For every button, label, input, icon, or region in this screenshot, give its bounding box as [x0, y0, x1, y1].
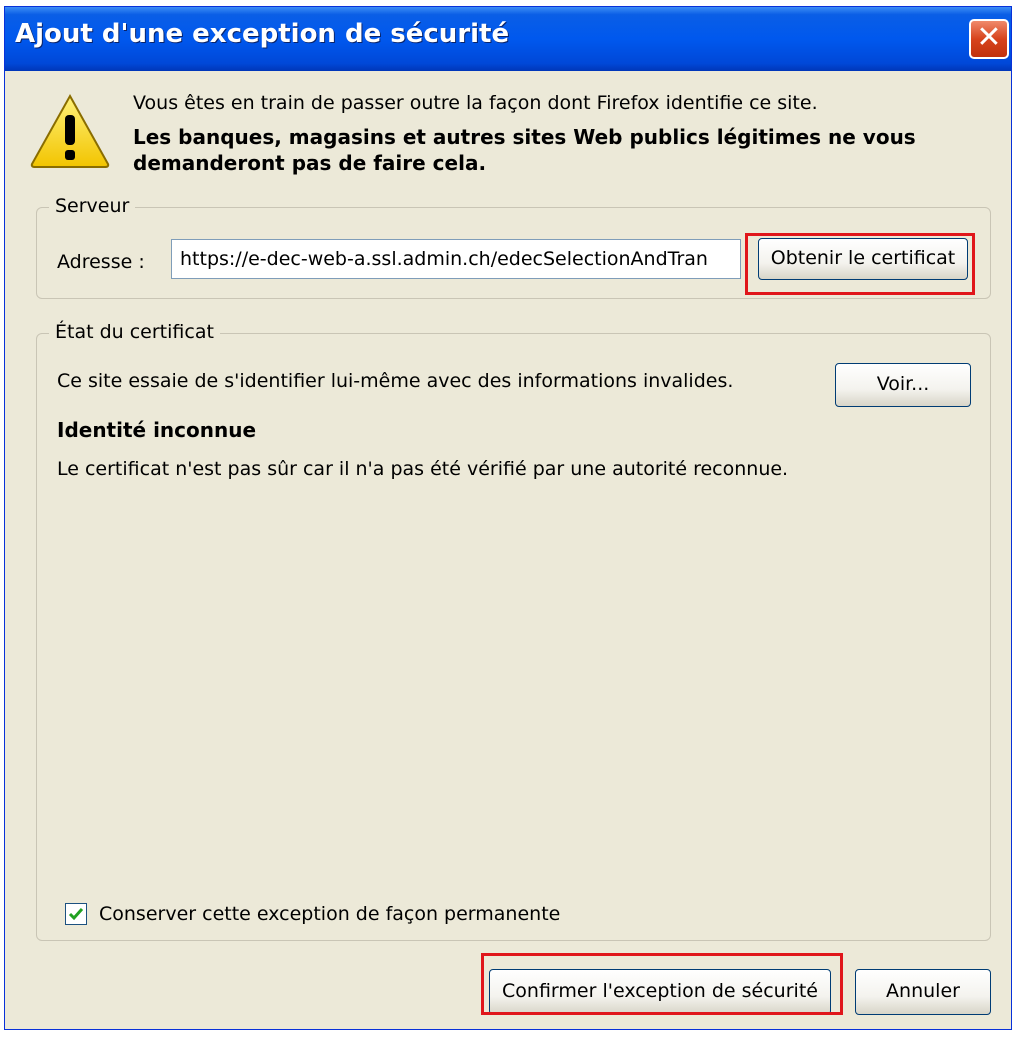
cancel-button[interactable]: Annuler: [855, 969, 991, 1015]
highlight-get-certificate: [745, 233, 975, 295]
warning-icon: [30, 93, 110, 168]
checkmark-icon: [68, 908, 84, 921]
address-input[interactable]: https://e-dec-web-a.ssl.admin.ch/edecSel…: [171, 239, 741, 279]
permanent-checkbox[interactable]: [65, 903, 87, 925]
close-button[interactable]: ✕: [969, 19, 1009, 59]
window-title: Ajout d'une exception de sécurité: [15, 19, 510, 49]
permanent-checkbox-label[interactable]: Conserver cette exception de façon perma…: [99, 903, 560, 925]
highlight-confirm-exception: [481, 953, 843, 1015]
view-button[interactable]: Voir...: [835, 363, 971, 407]
identity-title: Identité inconnue: [57, 418, 257, 442]
warning-bold-line-1: Les banques, magasins et autres sites We…: [133, 125, 916, 149]
certificate-status-legend: État du certificat: [49, 321, 220, 343]
security-exception-dialog: Ajout d'une exception de sécurité ✕ Vous…: [4, 6, 1012, 1030]
title-bar[interactable]: Ajout d'une exception de sécurité ✕: [5, 7, 1011, 71]
close-icon: ✕: [976, 20, 1002, 55]
address-label: Adresse :: [57, 251, 145, 273]
warning-bold-line-2: demanderont pas de faire cela.: [133, 151, 487, 175]
server-legend: Serveur: [49, 195, 136, 217]
warning-line: Vous êtes en train de passer outre la fa…: [133, 92, 818, 114]
certificate-message: Ce site essaie de s'identifier lui-même …: [57, 370, 734, 392]
identity-description: Le certificat n'est pas sûr car il n'a p…: [57, 458, 789, 480]
